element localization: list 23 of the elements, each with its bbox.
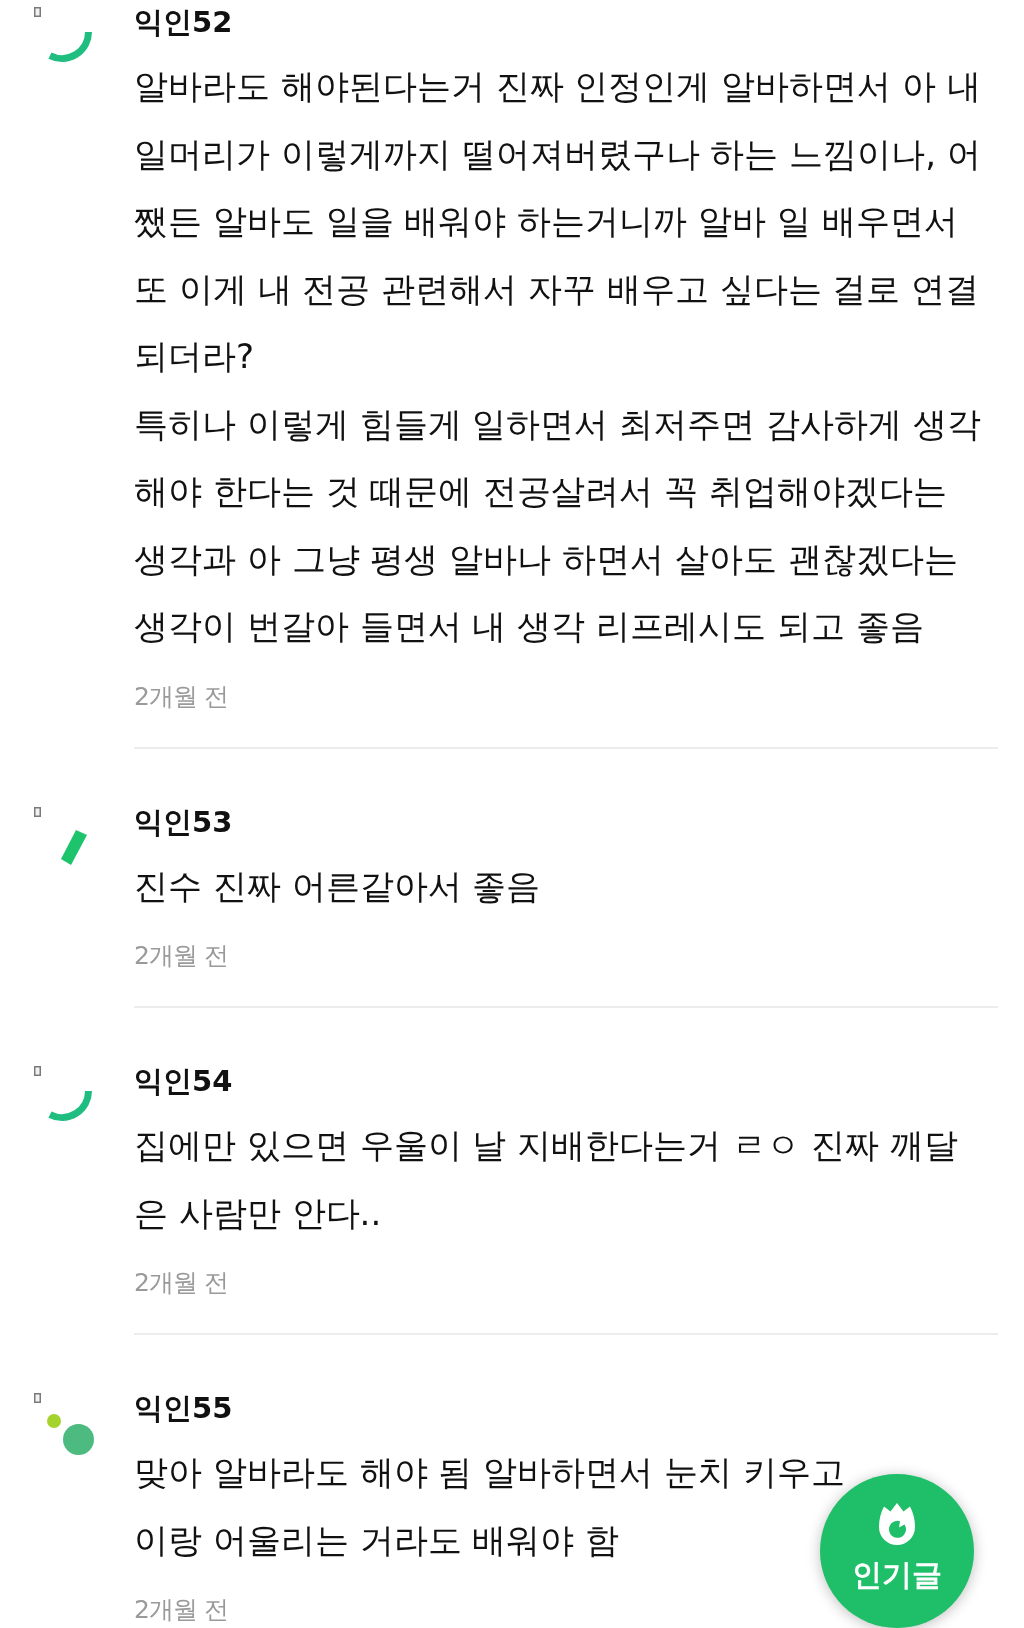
comment-text: 집에만 있으면 우울이 날 지배한다는거 ㄹㅇ 진짜 깨달은 사람만 안다.. — [134, 1124, 959, 1235]
comment-text: 특히나 이렇게 힘들게 일하면서 최저주면 감사하게 생각해야 한다는 것 때문에 전공살려서 꼭 취업해야겠다는 생각과 아 그냥 평생 알바나 하면서 살아도 괜찮겠다는 생각이 번갈아 들면서 내 생각 리프레시도 되고 좋음 — [134, 402, 982, 648]
dot-icon — [47, 1414, 61, 1428]
comment-text: 알바라도 해야된다는거 진짜 인정인게 알바하면서 아 내 일머리가 이렇게까지 떨어져버렸구나 하는 느낌이나, 어쨌든 알바도 일을 배워야 하는거니까 알바 일 배우면서 또 이게 내 전공 관련해서 자꾸 배우고 싶다는 걸로 연결되더라? — [134, 65, 982, 378]
dot-icon — [63, 1424, 94, 1455]
comment-text: 진수 진짜 어른같아서 좋음 — [134, 864, 541, 908]
author-name: 익인52 — [134, 4, 233, 41]
author-name: 익인53 — [134, 803, 233, 841]
author-name: 익인54 — [134, 1063, 233, 1100]
arc-icon — [48, 32, 92, 62]
broken-image-icon — [34, 1066, 41, 1076]
comment-text: 이랑 어울리는 거라도 배워야 함 — [134, 1518, 620, 1562]
timestamp: 2개월 전 — [134, 942, 228, 970]
broken-image-icon — [34, 806, 41, 817]
timestamp: 2개월 전 — [134, 1596, 228, 1624]
timestamp: 2개월 전 — [134, 1269, 228, 1297]
broken-image-icon — [34, 7, 41, 17]
flame-icon — [879, 1503, 915, 1545]
author-name: 익인55 — [134, 1390, 233, 1427]
slash-icon — [61, 829, 87, 865]
timestamp: 2개월 전 — [134, 682, 228, 711]
arc-icon — [48, 1091, 92, 1121]
broken-image-icon — [34, 1393, 41, 1403]
